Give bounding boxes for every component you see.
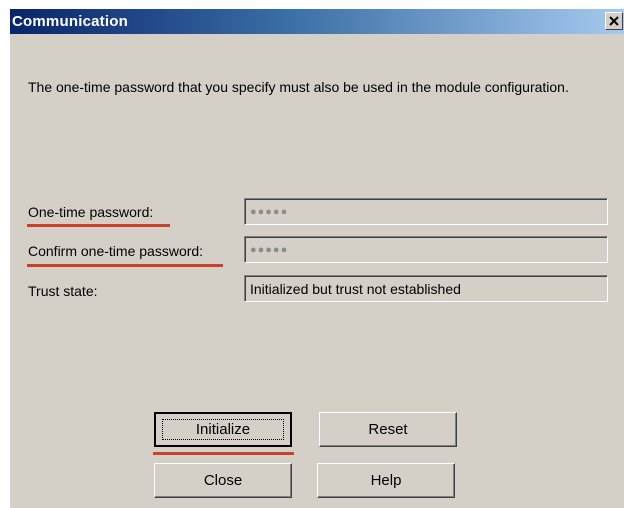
confirm-password-input[interactable]: ●●●●● bbox=[244, 236, 608, 263]
trust-state-label: Trust state: bbox=[28, 283, 98, 299]
one-time-password-label: One-time password: bbox=[28, 204, 154, 220]
confirm-password-highlight bbox=[27, 264, 223, 267]
confirm-password-label: Confirm one-time password: bbox=[28, 243, 204, 259]
window-title: Communication bbox=[12, 13, 128, 30]
one-time-password-highlight bbox=[27, 224, 170, 227]
close-button-label: Close bbox=[203, 472, 243, 489]
info-message: The one-time password that you specify m… bbox=[28, 79, 569, 95]
close-window-button[interactable] bbox=[605, 12, 623, 30]
trust-state-field: Initialized but trust not established bbox=[244, 275, 608, 302]
initialize-highlight bbox=[153, 452, 294, 455]
initialize-button-label: Initialize bbox=[195, 421, 251, 438]
title-bar[interactable]: Communication bbox=[10, 9, 624, 34]
close-button[interactable]: Close bbox=[154, 463, 292, 498]
reset-button[interactable]: Reset bbox=[319, 412, 457, 447]
reset-button-label: Reset bbox=[368, 421, 408, 438]
one-time-password-input[interactable]: ●●●●● bbox=[244, 198, 608, 225]
help-button-label: Help bbox=[370, 472, 402, 489]
help-button[interactable]: Help bbox=[317, 463, 455, 498]
initialize-button[interactable]: Initialize bbox=[154, 412, 292, 447]
communication-dialog: Communication The one-time password that… bbox=[9, 8, 624, 508]
close-icon bbox=[609, 16, 619, 26]
